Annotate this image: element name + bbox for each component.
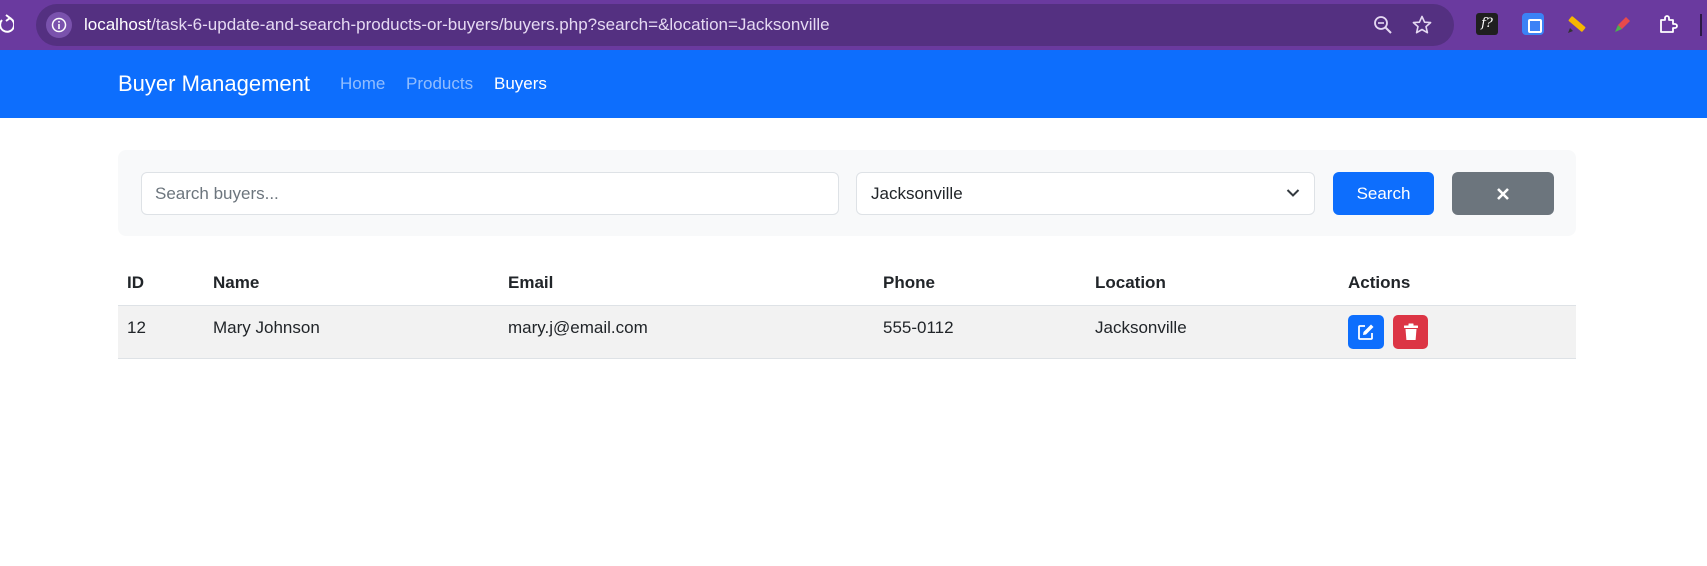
cell-email: mary.j@email.com [508, 318, 648, 337]
edit-icon [1358, 324, 1374, 340]
extension-f-icon[interactable]: f? [1476, 13, 1498, 35]
column-header-email: Email [508, 273, 554, 292]
column-header-id: ID [127, 273, 144, 292]
location-selected-value: Jacksonville [871, 184, 963, 203]
browser-toolbar: localhost/task-6-update-and-search-produ… [0, 0, 1707, 50]
extensions-puzzle-icon[interactable] [1657, 13, 1679, 35]
location-select[interactable]: Jacksonville [856, 172, 1315, 215]
address-bar[interactable]: localhost/task-6-update-and-search-produ… [36, 4, 1454, 46]
column-header-name: Name [213, 273, 260, 292]
search-input[interactable] [141, 172, 839, 215]
search-filter-card: Jacksonville Search [118, 150, 1576, 236]
bookmark-star-icon[interactable] [1412, 15, 1432, 35]
table-row: 12 Mary Johnson mary.j@email.com 555-011… [118, 306, 1576, 359]
search-button[interactable]: Search [1333, 172, 1434, 215]
extension-pencil-icon[interactable] [1566, 13, 1588, 35]
toolbar-divider [1700, 14, 1702, 36]
navbar-brand[interactable]: Buyer Management [118, 50, 310, 118]
cell-location: Jacksonville [1095, 318, 1187, 337]
zoom-icon[interactable] [1373, 15, 1393, 35]
edit-button[interactable] [1348, 315, 1384, 349]
nav-link-buyers[interactable]: Buyers [494, 50, 547, 118]
url-host: localhost [84, 15, 152, 34]
column-header-location: Location [1095, 273, 1166, 292]
url-path: /task-6-update-and-search-products-or-bu… [151, 15, 830, 34]
delete-button[interactable] [1393, 315, 1428, 349]
nav-link-home[interactable]: Home [340, 50, 385, 118]
cell-phone: 555-0112 [883, 318, 954, 337]
navbar: Buyer Management Home Products Buyers [0, 50, 1707, 118]
reload-icon[interactable] [0, 12, 16, 36]
buyers-table: ID Name Email Phone Location Actions 12 … [118, 262, 1576, 359]
extension-screen-icon[interactable] [1522, 13, 1544, 35]
clear-filters-button[interactable] [1452, 172, 1554, 215]
extension-rocket-icon[interactable] [1612, 13, 1634, 35]
cell-id: 12 [127, 318, 146, 337]
chevron-down-icon [1286, 189, 1300, 197]
table-header: ID Name Email Phone Location Actions [118, 262, 1576, 306]
column-header-actions: Actions [1348, 273, 1411, 292]
nav-link-products[interactable]: Products [406, 50, 473, 118]
column-header-phone: Phone [883, 273, 935, 292]
close-icon [1497, 188, 1509, 200]
site-info-icon[interactable] [46, 12, 72, 38]
cell-name: Mary Johnson [213, 318, 320, 337]
trash-icon [1404, 323, 1418, 340]
url-text[interactable]: localhost/task-6-update-and-search-produ… [84, 4, 830, 46]
